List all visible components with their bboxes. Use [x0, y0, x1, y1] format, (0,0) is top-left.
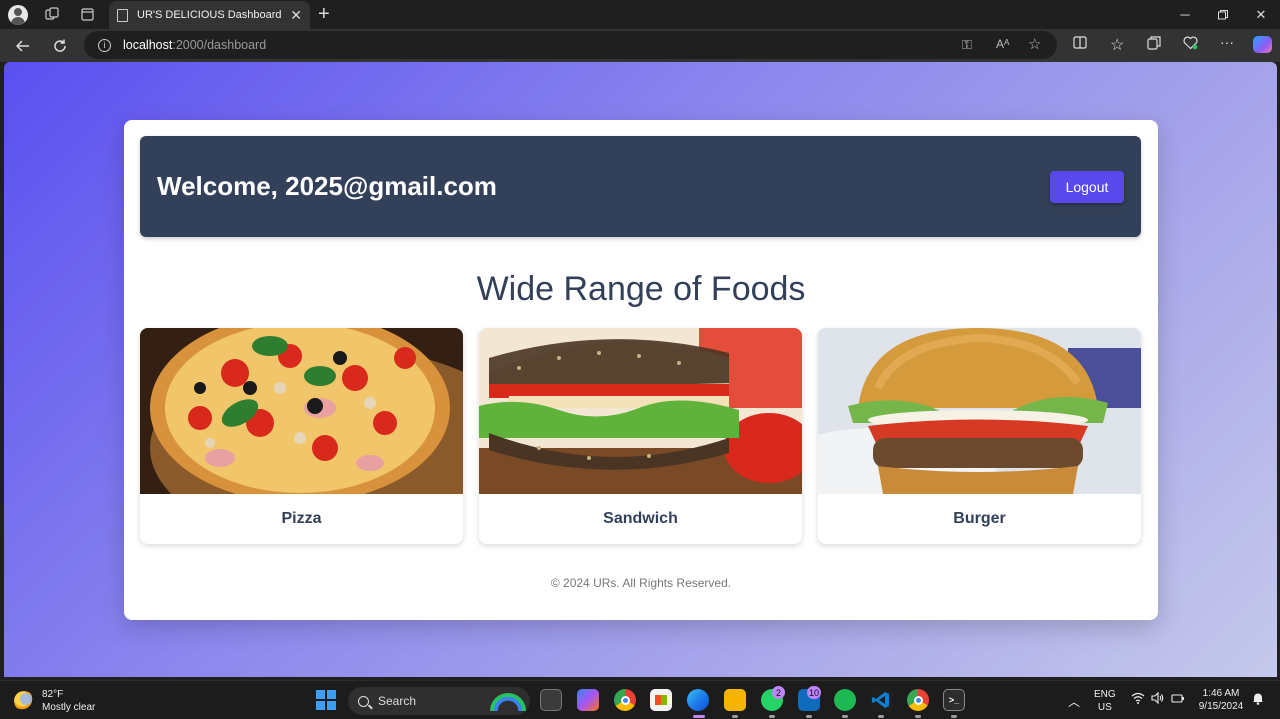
close-icon[interactable]: ✕ — [290, 7, 302, 24]
running-indicator — [915, 715, 921, 718]
search-icon — [358, 695, 369, 707]
whatsapp-badge: 2 — [772, 686, 785, 699]
active-tab[interactable]: UR'S DELICIOUS Dashboard ✕ — [109, 1, 310, 29]
browser-toolbar: i localhost:2000/dashboard ⚿ Aᴬ ☆ — [0, 29, 1280, 62]
food-card-burger[interactable]: Burger — [818, 328, 1141, 544]
weather-condition: Mostly clear — [42, 702, 96, 713]
edge-icon[interactable] — [687, 689, 709, 711]
running-indicator — [769, 715, 775, 718]
info-icon[interactable]: i — [98, 38, 111, 52]
health-icon[interactable] — [1183, 36, 1198, 53]
url-path: :2000/dashboard — [172, 38, 267, 52]
language-indicator[interactable]: ENG US — [1094, 688, 1116, 714]
chrome-alt-icon[interactable] — [907, 689, 929, 711]
volume-icon[interactable] — [1151, 691, 1165, 707]
chrome-icon[interactable] — [614, 689, 636, 711]
collections-icon[interactable] — [1147, 36, 1161, 53]
sandwich-image — [479, 328, 802, 494]
favorites-icon[interactable]: ☆ — [1110, 35, 1124, 55]
edge-active-indicator — [693, 715, 705, 718]
back-icon[interactable] — [10, 33, 36, 59]
weather-widget[interactable]: 82°F Mostly clear — [14, 688, 95, 714]
store-icon[interactable] — [650, 689, 672, 711]
maximize-icon[interactable] — [1204, 0, 1242, 29]
welcome-message: Welcome, 2025@gmail.com — [157, 171, 497, 201]
minimize-icon[interactable]: ─ — [1166, 0, 1204, 29]
food-name: Sandwich — [603, 510, 678, 527]
search-placeholder: Search — [378, 694, 417, 708]
food-card-pizza[interactable]: Pizza — [140, 328, 463, 544]
address-bar[interactable]: i localhost:2000/dashboard ⚿ Aᴬ ☆ — [84, 31, 1057, 59]
copilot-icon[interactable] — [1253, 36, 1272, 53]
notification-bell-icon[interactable] — [1252, 692, 1264, 708]
page-viewport: Welcome, 2025@gmail.com Logout Wide Rang… — [4, 62, 1277, 677]
window-close-icon[interactable]: ✕ — [1242, 0, 1280, 29]
tab-title: UR'S DELICIOUS Dashboard — [137, 9, 282, 21]
chevron-up-icon[interactable]: ︿ — [1068, 693, 1080, 710]
spotify-icon[interactable] — [834, 689, 856, 711]
windows-start-icon[interactable] — [316, 690, 336, 710]
workspaces-icon[interactable] — [38, 0, 66, 28]
pizza-image — [140, 328, 463, 494]
profile-icon[interactable] — [8, 4, 28, 25]
running-indicator — [732, 715, 738, 718]
refresh-icon[interactable] — [47, 33, 73, 59]
food-name: Pizza — [281, 510, 322, 527]
running-indicator — [878, 715, 884, 718]
section-title: Wide Range of Foods — [476, 270, 806, 308]
food-name: Burger — [953, 510, 1006, 527]
dashboard-container: Welcome, 2025@gmail.com Logout Wide Rang… — [124, 120, 1158, 620]
mail-badge: 10 — [807, 686, 822, 699]
running-indicator — [806, 715, 812, 718]
more-icon[interactable]: ··· — [1220, 34, 1234, 50]
weather-temperature: 82°F — [42, 689, 64, 700]
terminal-icon[interactable]: >_ — [943, 689, 965, 711]
plus-icon[interactable]: + — [318, 3, 330, 26]
running-indicator — [842, 715, 848, 718]
logout-button[interactable]: Logout — [1050, 171, 1124, 203]
star-icon[interactable]: ☆ — [1028, 35, 1041, 53]
vscode-icon[interactable] — [870, 689, 892, 711]
taskbar: 82°F Mostly clear Search 2 10 >_ ︿ ENG U… — [0, 680, 1280, 719]
battery-icon[interactable] — [1171, 692, 1185, 707]
language-code: ENG — [1094, 689, 1116, 700]
file-explorer-icon[interactable] — [724, 689, 746, 711]
clock-time: 1:46 AM — [1202, 688, 1240, 699]
burger-image — [818, 328, 1141, 494]
region-code: US — [1097, 702, 1112, 713]
browser-titlebar: UR'S DELICIOUS Dashboard ✕ + ─ ✕ — [0, 0, 1280, 29]
weather-icon — [14, 691, 34, 711]
footer-copyright: © 2024 URs. All Rights Reserved. — [550, 576, 732, 590]
key-icon[interactable]: ⚿ — [962, 37, 972, 53]
taskbar-search[interactable]: Search — [348, 687, 530, 715]
read-aloud-icon[interactable]: Aᴬ — [996, 37, 1009, 51]
url-host: localhost — [123, 38, 173, 52]
clock[interactable]: 1:46 AM 9/15/2024 — [1194, 687, 1248, 713]
running-indicator — [951, 715, 957, 718]
copilot-app-icon[interactable] — [577, 689, 599, 711]
welcome-header: Welcome, 2025@gmail.com Logout — [140, 136, 1141, 237]
page-icon — [117, 8, 128, 22]
wifi-icon[interactable] — [1131, 692, 1145, 707]
clock-date: 9/15/2024 — [1198, 701, 1244, 712]
tab-actions-icon[interactable] — [73, 0, 101, 28]
food-card-sandwich[interactable]: Sandwich — [479, 328, 802, 544]
search-highlight-icon — [490, 693, 526, 711]
split-screen-icon[interactable] — [1073, 36, 1087, 52]
task-view-icon[interactable] — [540, 689, 562, 711]
